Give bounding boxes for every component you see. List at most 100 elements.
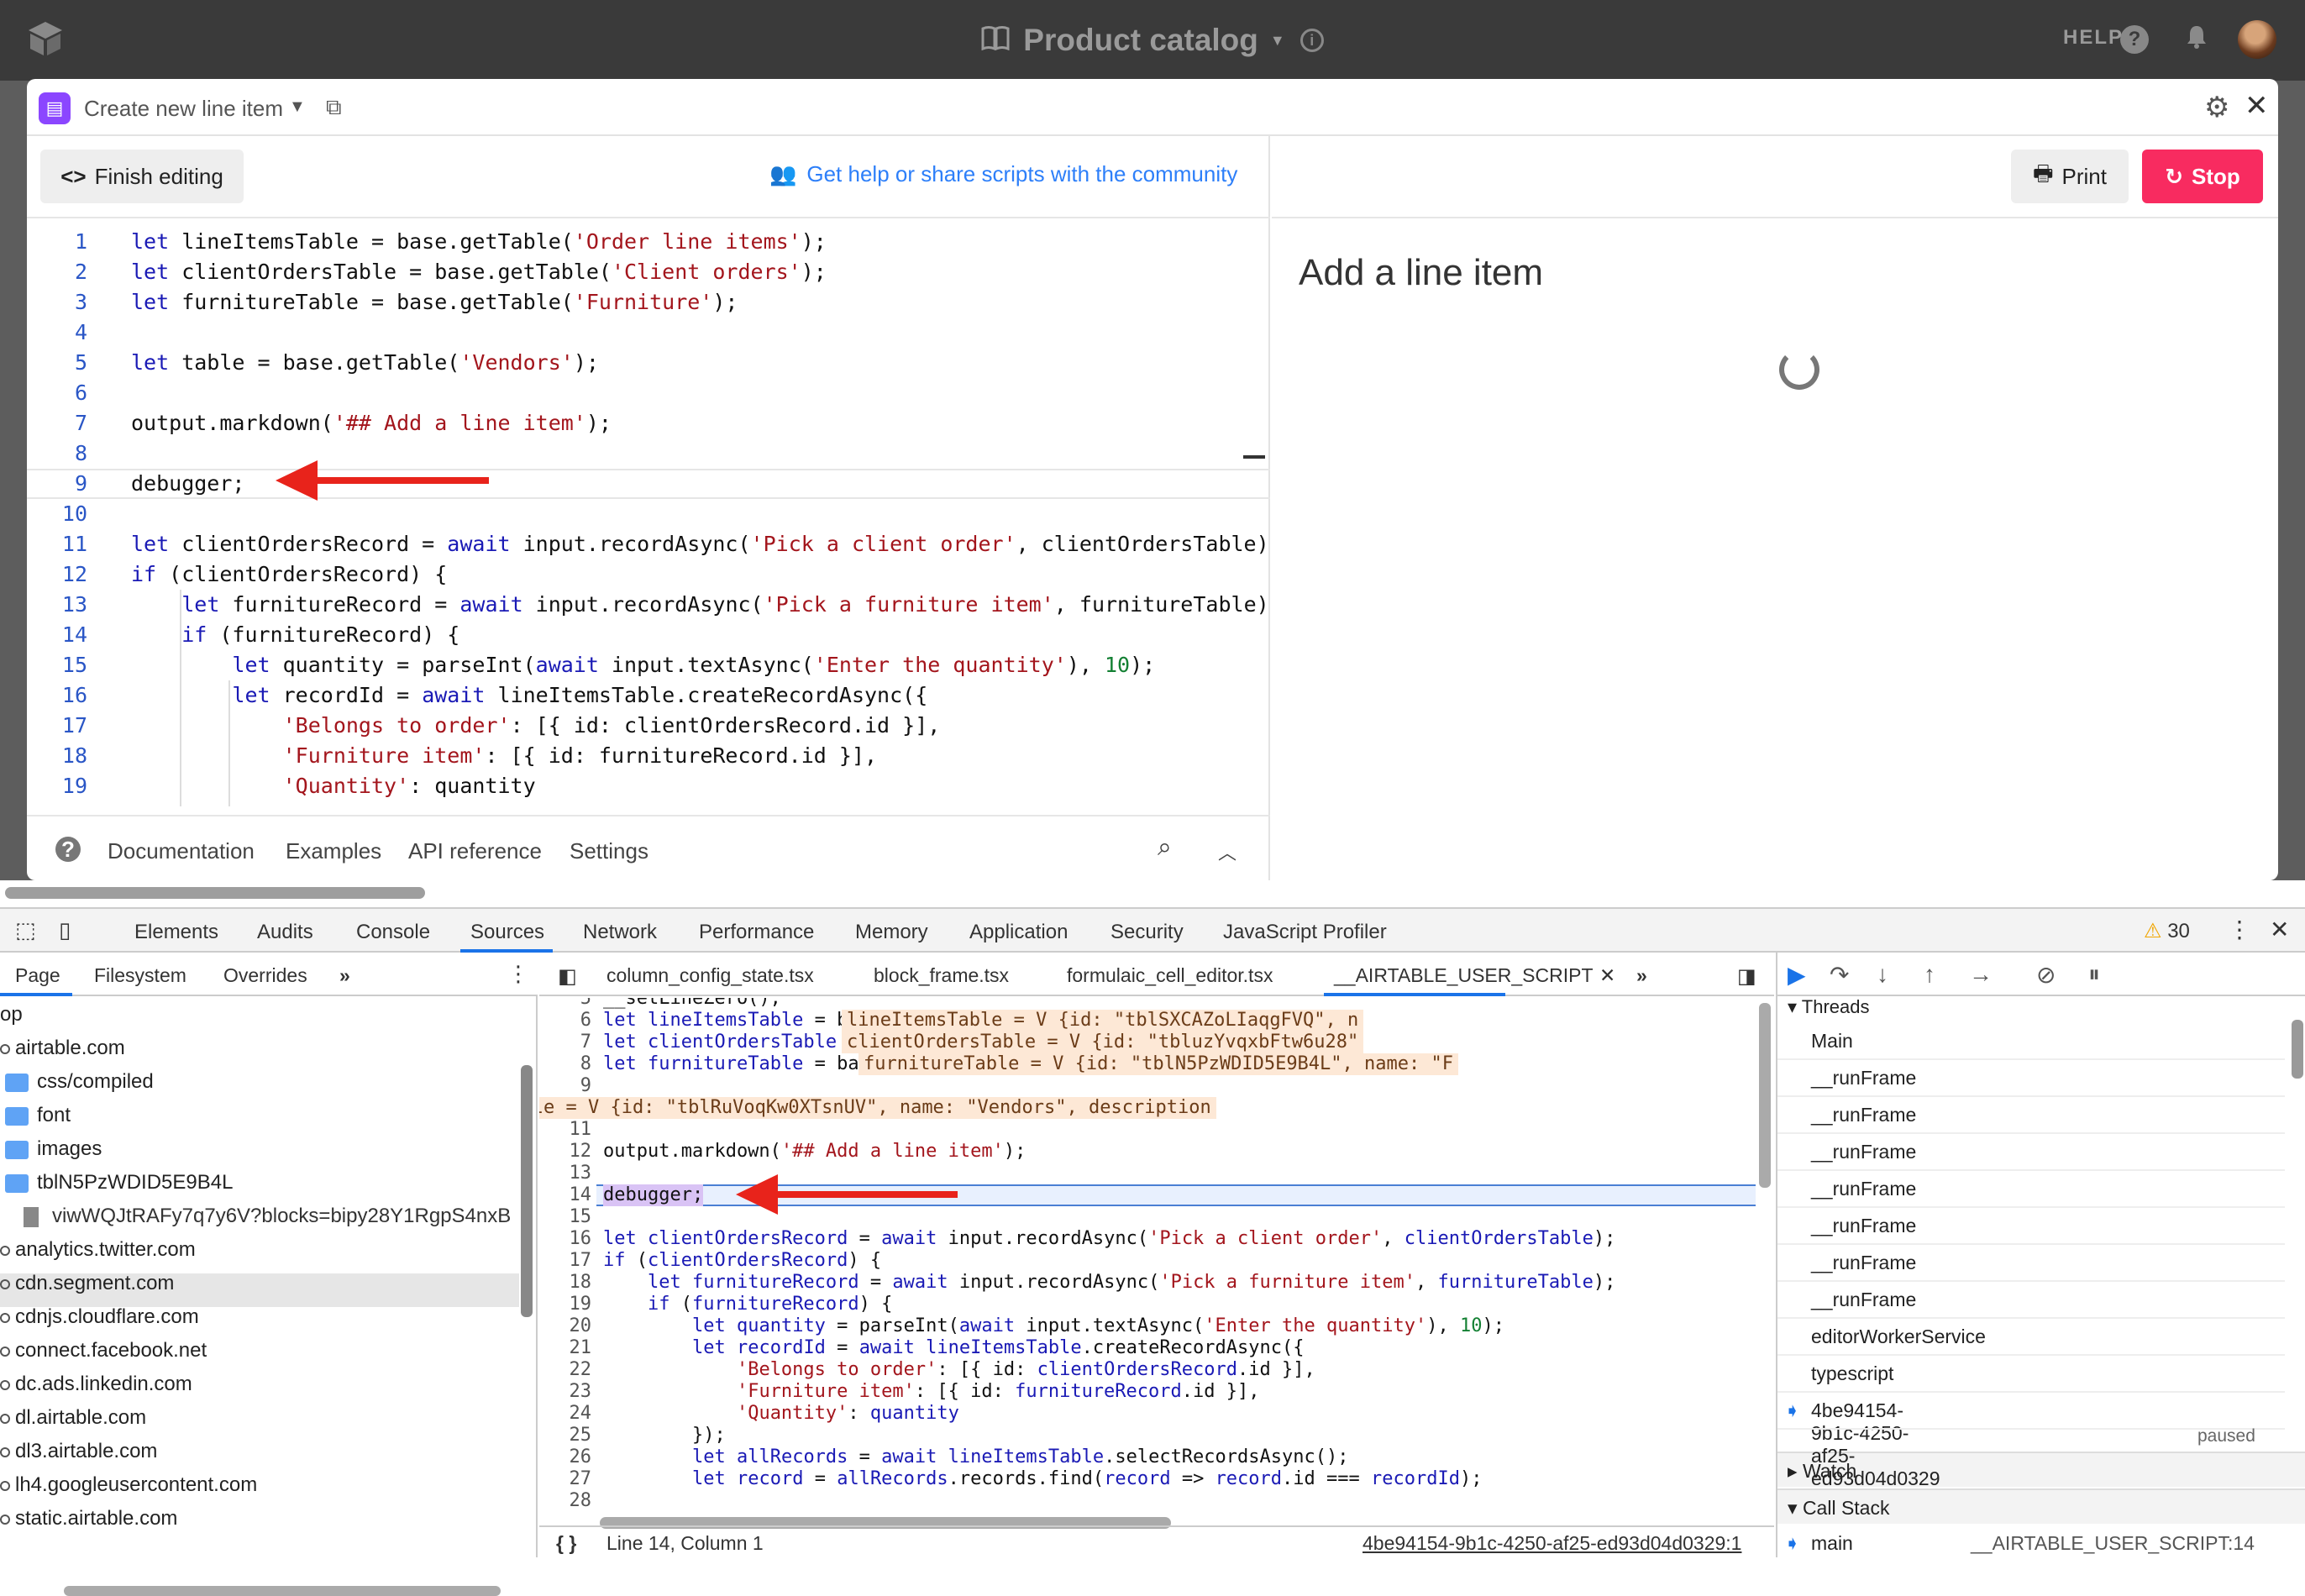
code-line[interactable]: 1 let lineItemsTable = base.getTable('Ord…: [27, 227, 1270, 257]
file-tab-formulaic-cell-editor[interactable]: formulaic_cell_editor.tsx: [1067, 964, 1273, 987]
tree-item[interactable]: analytics.twitter.com: [0, 1238, 196, 1262]
avatar[interactable]: [2238, 20, 2276, 59]
call-stack-section-header[interactable]: ▾ Call Stack: [1777, 1488, 2305, 1524]
file-tab-airtable-user-script[interactable]: __AIRTABLE_USER_SCRIPT: [1334, 964, 1594, 987]
tab-filesystem[interactable]: Filesystem: [94, 964, 186, 987]
thread-item[interactable]: __runFrame: [1811, 1178, 1916, 1200]
documentation-link[interactable]: Documentation: [108, 838, 255, 864]
source-line[interactable]: 11: [539, 1119, 1756, 1141]
source-line[interactable]: 13: [539, 1163, 1756, 1184]
code-line[interactable]: 6: [27, 378, 1270, 408]
navigator-scrollbar[interactable]: [521, 1065, 533, 1317]
source-line[interactable]: 26 let allRecords = await lineItemsTable…: [539, 1446, 1756, 1468]
source-line[interactable]: 25 });: [539, 1425, 1756, 1446]
tab-console[interactable]: Console: [356, 921, 430, 944]
thread-item[interactable]: __runFrame: [1811, 1215, 1916, 1237]
tree-item[interactable]: dc.ads.linkedin.com: [0, 1373, 192, 1396]
toggle-navigator-icon[interactable]: ◧: [558, 964, 577, 989]
source-vscrollbar[interactable]: [1759, 1003, 1771, 1188]
stop-button[interactable]: ↻ Stop: [2142, 150, 2263, 203]
source-line[interactable]: 17 if (clientOrdersRecord) {: [539, 1250, 1756, 1272]
source-code-view[interactable]: 5 __setLineZero();6let lineItemsTable = b…: [539, 998, 1756, 1512]
tree-item[interactable]: dl3.airtable.com: [0, 1440, 157, 1463]
base-title-text[interactable]: Product catalog: [1023, 23, 1258, 58]
more-tabs-icon[interactable]: »: [1636, 964, 1647, 987]
tab-memory[interactable]: Memory: [855, 921, 928, 944]
tree-item[interactable]: airtable.com: [0, 1037, 125, 1060]
code-line[interactable]: 14 if (furnitureRecord) {: [27, 620, 1270, 650]
source-line[interactable]: 23 'Furniture item': [{ id: furnitureRec…: [539, 1381, 1756, 1403]
source-file-link[interactable]: 4be94154-9b1c-4250-af25-ed93d04d0329:1: [1363, 1532, 1741, 1555]
close-devtools-icon[interactable]: ✕: [2270, 916, 2289, 943]
source-line[interactable]: 20 let quantity = parseInt(await input.t…: [539, 1315, 1756, 1337]
step-into-icon[interactable]: ↓: [1877, 961, 1888, 988]
warnings-counter[interactable]: ⚠ 30: [2144, 919, 2190, 943]
tab-javascript-profiler[interactable]: JavaScript Profiler: [1223, 921, 1387, 944]
code-line[interactable]: 10: [27, 499, 1270, 529]
source-line[interactable]: 6let lineItemsTable = base.getTable('Ord…: [539, 1010, 1756, 1032]
more-options-icon[interactable]: ⋮: [2228, 916, 2251, 943]
close-tab-icon[interactable]: ✕: [1599, 964, 1615, 987]
navigator-hscrollbar[interactable]: [64, 1586, 501, 1596]
bell-icon[interactable]: [2184, 24, 2209, 55]
code-line[interactable]: 8: [27, 438, 1270, 469]
tree-item[interactable]: dl.airtable.com: [0, 1406, 146, 1430]
tree-item[interactable]: font: [5, 1104, 71, 1127]
tree-item[interactable]: cdn.segment.com: [0, 1272, 174, 1295]
tab-sources[interactable]: Sources: [470, 921, 544, 944]
source-line[interactable]: 18 let furnitureRecord = await input.rec…: [539, 1272, 1756, 1294]
step-out-icon[interactable]: ↑: [1924, 961, 1935, 988]
thread-item[interactable]: __runFrame: [1811, 1141, 1916, 1163]
thread-item[interactable]: 4be94154-9b1c-4250-af25-ed93d04d0329: [1811, 1399, 1940, 1490]
toggle-debugger-icon[interactable]: ◨: [1737, 964, 1756, 989]
thread-item[interactable]: __runFrame: [1811, 1104, 1916, 1126]
source-line[interactable]: 9: [539, 1075, 1756, 1097]
thread-item[interactable]: __runFrame: [1811, 1289, 1916, 1311]
tab-network[interactable]: Network: [583, 921, 657, 944]
tree-item[interactable]: css/compiled: [5, 1070, 154, 1094]
code-line[interactable]: 16 let recordId = await lineItemsTable.c…: [27, 680, 1270, 711]
tab-security[interactable]: Security: [1110, 921, 1184, 944]
thread-item[interactable]: Main: [1811, 1030, 1853, 1053]
more-options-icon[interactable]: ⋮: [507, 961, 529, 987]
code-line[interactable]: 18 'Furniture item': [{ id: furnitureRec…: [27, 741, 1270, 771]
gear-icon[interactable]: ⚙: [2204, 91, 2229, 124]
tab-elements[interactable]: Elements: [134, 921, 218, 944]
code-line[interactable]: 13 let furnitureRecord = await input.rec…: [27, 590, 1270, 620]
thread-item[interactable]: __runFrame: [1811, 1067, 1916, 1089]
code-line[interactable]: 9 debugger;: [27, 469, 1270, 499]
source-line[interactable]: 28: [539, 1490, 1756, 1512]
close-icon[interactable]: ✕: [2245, 89, 2269, 123]
source-line[interactable]: 7let clientOrdersTable = base.getTable('…: [539, 1032, 1756, 1053]
tab-application[interactable]: Application: [969, 921, 1068, 944]
api-reference-link[interactable]: API reference: [408, 838, 542, 864]
code-line[interactable]: 12 if (clientOrdersRecord) {: [27, 559, 1270, 590]
help-label[interactable]: HELP: [2063, 26, 2124, 50]
file-tab-column-config[interactable]: column_config_state.tsx: [606, 964, 814, 987]
finish-editing-button[interactable]: <> Finish editing: [40, 150, 244, 203]
source-line[interactable]: 10let table = base.getTable('Vendors');t…: [539, 1097, 1756, 1119]
tree-item[interactable]: images: [5, 1137, 102, 1161]
code-line[interactable]: 11 let clientOrdersRecord = await input.r…: [27, 529, 1270, 559]
thread-item[interactable]: typescript: [1811, 1362, 1893, 1385]
step-icon[interactable]: →: [1969, 961, 1993, 988]
tree-item[interactable]: tblN5PzWDID5E9B4L: [5, 1171, 233, 1194]
print-button[interactable]: 🖶 Print: [2011, 150, 2129, 203]
threads-section-header[interactable]: ▾ Threads: [1777, 996, 2305, 1020]
file-tab-block-frame[interactable]: block_frame.tsx: [874, 964, 1009, 987]
inspect-element-icon[interactable]: ⬚: [15, 917, 36, 943]
tree-item[interactable]: cdnjs.cloudflare.com: [0, 1305, 199, 1329]
source-line[interactable]: 8let furnitureTable = base.getTable('Fur…: [539, 1053, 1756, 1075]
code-line[interactable]: 15 let quantity = parseInt(await input.t…: [27, 650, 1270, 680]
code-line[interactable]: 5 let table = base.getTable('Vendors');: [27, 348, 1270, 378]
source-line[interactable]: 5 __setLineZero();: [539, 998, 1756, 1010]
code-editor[interactable]: 1 let lineItemsTable = base.getTable('Ord…: [27, 220, 1270, 806]
source-line[interactable]: 12 output.markdown('## Add a line item');: [539, 1141, 1756, 1163]
code-line[interactable]: 20 });: [27, 801, 1270, 806]
pause-on-exceptions-icon[interactable]: ⏸: [2088, 961, 2100, 989]
source-line[interactable]: 24 'Quantity': quantity: [539, 1403, 1756, 1425]
tab-page[interactable]: Page: [15, 964, 60, 987]
source-line[interactable]: 22 'Belongs to order': [{ id: clientOrde…: [539, 1359, 1756, 1381]
source-line[interactable]: 19 if (furnitureRecord) {: [539, 1294, 1756, 1315]
debugger-scrollbar[interactable]: [2292, 1020, 2303, 1079]
